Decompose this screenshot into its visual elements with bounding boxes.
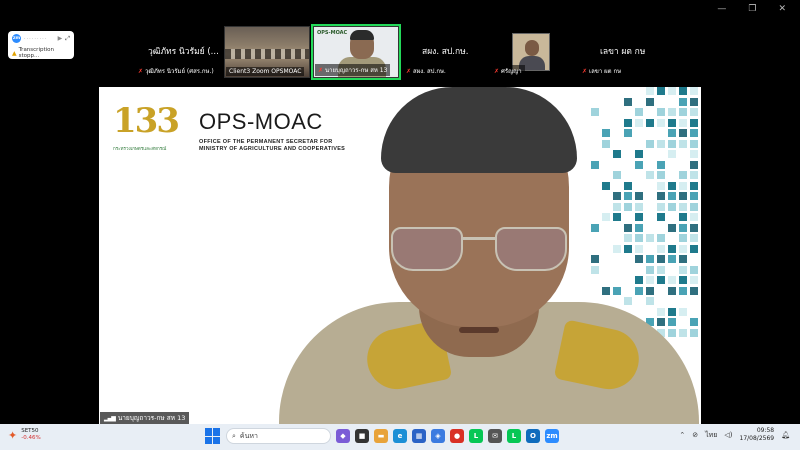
glasses-lens-right: [495, 227, 567, 271]
store-icon[interactable]: ▦: [412, 429, 426, 443]
notification-bell-icon[interactable]: 🔔︎: [781, 431, 790, 439]
minimize-button[interactable]: —: [717, 4, 726, 14]
chrome-icon[interactable]: ●: [450, 429, 464, 443]
speaker-name-tag: ▂▄▆ นายบุญถาวร-กษ สห 13: [100, 412, 189, 424]
speaker-figure: [259, 87, 699, 425]
line2-icon[interactable]: L: [507, 429, 521, 443]
mic-muted-icon: ✗: [582, 68, 587, 75]
participant-label: ✗ นายบุญถาวร-กษ สห 13: [315, 64, 390, 76]
outlook-icon[interactable]: O: [526, 429, 540, 443]
speaker-icon[interactable]: ◁): [724, 431, 732, 439]
participant-label: ✗ สผง. สป.กษ.: [403, 65, 449, 77]
search-icon: ⌕: [232, 432, 236, 441]
chevron-up-icon[interactable]: ⌃: [679, 431, 685, 439]
mail-icon[interactable]: ✉: [488, 429, 502, 443]
folder-icon[interactable]: ▬: [374, 429, 388, 443]
start-button[interactable]: [205, 428, 221, 444]
file-explorer-icon[interactable]: ■: [355, 429, 369, 443]
anniversary-logo: 133 กระทรวงเกษตรและสหกรณ์: [111, 97, 183, 157]
participant-tile[interactable]: Client3 Zoom OPSMOAC: [224, 26, 310, 78]
mic-muted-icon: ✗: [138, 68, 143, 75]
mic-muted-icon: ✗: [494, 68, 499, 75]
system-tray: ⌃ ⊘ ไทย ◁) 09:58 17/08/2569 🔔︎: [679, 427, 790, 443]
search-input[interactable]: ⌕ ค้นหา: [226, 428, 331, 444]
zoom-meeting-window: — ❐ ✕ zm ········· ▶ ⤢ ▲ Transcription s…: [0, 0, 800, 450]
participant-label: ✗ ศรัญญา: [491, 65, 525, 77]
maximize-button[interactable]: ❐: [748, 4, 756, 14]
participant-display-name: เลขา ผต กษ: [600, 44, 645, 58]
stock-widget[interactable]: ✦ SET50 -0.46%: [8, 428, 41, 442]
taskbar-apps: ⌕ ค้นหา ◆ ■ ▬ e ▦ ◈ ● L ✉ L Ozm: [205, 428, 559, 444]
ops-moac-logo: OPS-MOAC: [317, 30, 347, 36]
signal-icon: ▂▄▆: [104, 415, 115, 422]
participant-tile[interactable]: ✗ ศรัญญา: [490, 26, 576, 78]
participant-tile[interactable]: เลขา ผต กษ ✗ เลขา ผต กษ: [578, 26, 664, 78]
window-controls: — ❐ ✕: [717, 4, 786, 14]
participant-label: ✗ เลขา ผต กษ: [579, 65, 624, 77]
line-icon[interactable]: L: [469, 429, 483, 443]
mic-muted-icon: ✗: [406, 68, 411, 75]
glasses-lens-left: [391, 227, 463, 271]
chart-down-icon: ✦: [8, 429, 17, 442]
participant-tile-active-speaker[interactable]: OPS-MOAC ✗ นายบุญถาวร-กษ สห 13: [313, 26, 399, 78]
active-speaker-video[interactable]: 133 กระทรวงเกษตรและสหกรณ์ OPS-MOAC OFFIC…: [99, 87, 701, 425]
zoom-icon[interactable]: zm: [545, 429, 559, 443]
participant-strip: วุฒิภัทร นิวรัมย์ (... ✗ วุฒิภัทร นิวรัม…: [0, 26, 800, 78]
participant-label: ✗ วุฒิภัทร นิวรัมย์ (ศสร.กษ.): [135, 65, 217, 77]
network-icon[interactable]: ⊘: [692, 431, 698, 439]
vpn-icon[interactable]: ◈: [431, 429, 445, 443]
edge-icon[interactable]: e: [393, 429, 407, 443]
participant-display-name: สผง. สป.กษ.: [422, 44, 468, 58]
participant-label: Client3 Zoom OPSMOAC: [226, 67, 304, 76]
mic-muted-icon: ✗: [318, 67, 323, 74]
participant-tile[interactable]: วุฒิภัทร นิวรัมย์ (... ✗ วุฒิภัทร นิวรัม…: [134, 26, 220, 78]
language-indicator[interactable]: ไทย: [705, 430, 717, 441]
participant-tile[interactable]: สผง. สป.กษ. ✗ สผง. สป.กษ.: [402, 26, 488, 78]
close-button[interactable]: ✕: [778, 4, 786, 14]
clock[interactable]: 09:58 17/08/2569: [740, 427, 775, 443]
participant-display-name: วุฒิภัทร นิวรัมย์ (...: [148, 44, 219, 58]
windows-taskbar: ✦ SET50 -0.46% ⌕ ค้นหา ◆ ■ ▬ e ▦ ◈ ● L ✉ L Ozm ⌃ ⊘…: [0, 424, 800, 450]
copilot-icon[interactable]: ◆: [336, 429, 350, 443]
